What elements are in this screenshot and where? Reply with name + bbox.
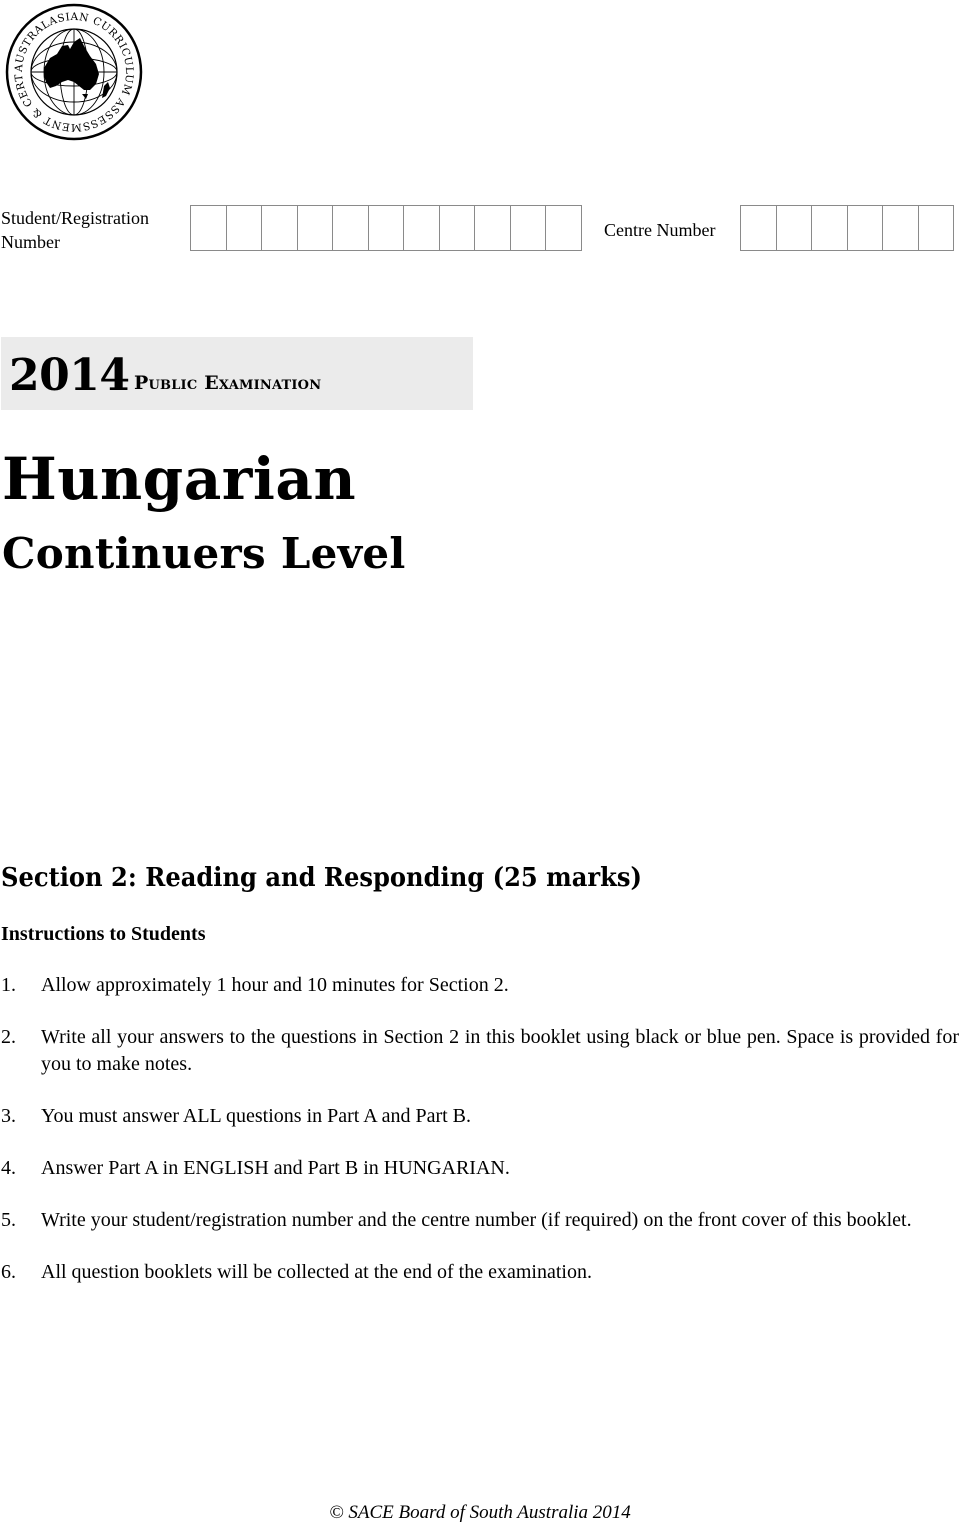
student-number-box-4[interactable] <box>297 206 333 250</box>
instruction-number: 3. <box>1 1104 16 1127</box>
student-number-box-6[interactable] <box>368 206 404 250</box>
student-number-box-2[interactable] <box>226 206 262 250</box>
centre-number-label: Centre Number <box>604 220 716 240</box>
instruction-text: Answer Part A in ENGLISH and Part B in H… <box>41 1156 510 1179</box>
instruction-text: All question booklets will be collected … <box>41 1260 592 1283</box>
centre-number-box-6[interactable] <box>918 206 954 250</box>
instruction-item: 6. All question booklets will be collect… <box>1 1259 959 1286</box>
instruction-number: 1. <box>1 974 16 996</box>
subject-level: Continuers Level <box>2 529 406 578</box>
acacaa-seal-logo: AUSTRALASIAN CURRICULUM ASSESSMENT & CER… <box>0 0 144 142</box>
student-number-box-7[interactable] <box>404 206 440 250</box>
student-number-box-5[interactable] <box>333 206 369 250</box>
centre-number-box-1[interactable] <box>741 206 777 250</box>
instruction-text: You must answer ALL questions in Part A … <box>41 1104 472 1127</box>
student-number-box-10[interactable] <box>510 206 546 250</box>
instruction-item: 4. Answer Part A in ENGLISH and Part B i… <box>1 1155 959 1182</box>
student-label-line2: Number <box>1 232 60 252</box>
instruction-item: 5. Write your student/registration numbe… <box>1 1207 959 1234</box>
student-number-box-9[interactable] <box>475 206 511 250</box>
instruction-number: 6. <box>1 1260 16 1283</box>
student-number-box-3[interactable] <box>262 206 298 250</box>
instruction-list: 1. Allow approximately 1 hour and 10 min… <box>1 972 959 1311</box>
student-number-box-11[interactable] <box>546 206 582 250</box>
student-number-grid <box>190 205 582 251</box>
centre-number-box-2[interactable] <box>776 206 812 250</box>
instruction-number: 5. <box>1 1208 16 1231</box>
instruction-item: 1. Allow approximately 1 hour and 10 min… <box>1 972 959 999</box>
student-registration-label: Student/Registration Number <box>1 206 186 254</box>
exam-year: 2014 <box>9 350 130 401</box>
centre-number-box-3[interactable] <box>812 206 848 250</box>
instructions-heading: Instructions to Students <box>1 923 206 945</box>
acacaa-seal-icon: AUSTRALASIAN CURRICULUM ASSESSMENT & CER… <box>0 0 143 141</box>
centre-number-box-4[interactable] <box>847 206 883 250</box>
instruction-text: Allow approximately 1 hour and 10 minute… <box>41 974 509 996</box>
student-number-box-1[interactable] <box>191 206 227 250</box>
copyright-footer: © SACE Board of South Australia 2014 <box>329 1502 631 1523</box>
section-heading: Section 2: Reading and Responding (25 ma… <box>1 863 642 893</box>
subject-title: Hungarian <box>2 445 357 513</box>
centre-number-box-5[interactable] <box>883 206 919 250</box>
instruction-text: Write all your answers to the questions … <box>41 1026 959 1075</box>
exam-type: Public Examination <box>134 372 322 394</box>
exam-banner: 2014 Public Examination <box>1 337 473 410</box>
centre-number-grid <box>740 205 954 251</box>
student-number-box-8[interactable] <box>439 206 475 250</box>
instruction-text: Write your student/registration number a… <box>41 1208 912 1231</box>
instruction-number: 4. <box>1 1156 16 1179</box>
instruction-item: 2. Write all your answers to the questio… <box>1 1024 959 1077</box>
student-label-line1: Student/Registration <box>1 208 149 228</box>
instruction-item: 3. You must answer ALL questions in Part… <box>1 1103 959 1130</box>
instruction-number: 2. <box>1 1026 16 1048</box>
